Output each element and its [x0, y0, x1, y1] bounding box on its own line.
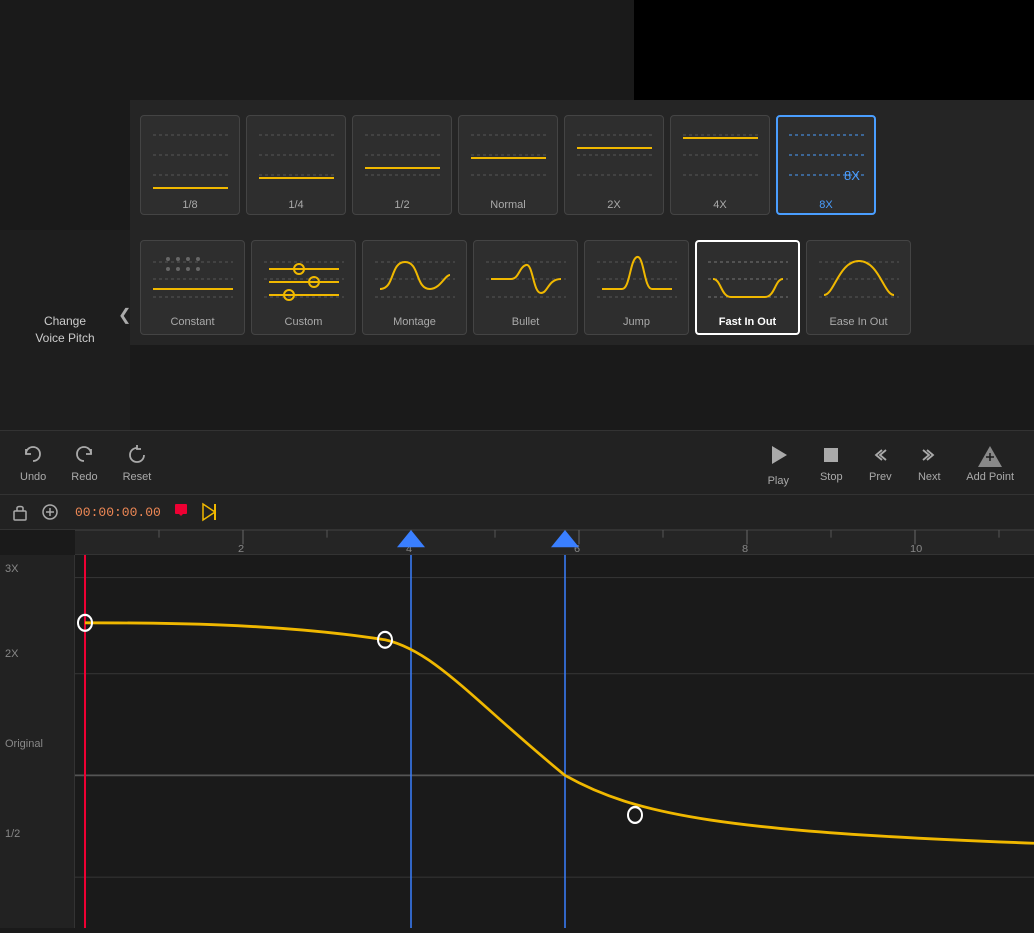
- svg-text:8X: 8X: [844, 168, 860, 183]
- reset-label: Reset: [123, 471, 152, 483]
- speed-presets-panel: 1/8 1/4: [130, 100, 1034, 230]
- change-voice-pitch-label: ChangeVoice Pitch: [25, 303, 104, 357]
- next-label: Next: [918, 471, 941, 483]
- svg-text:2: 2: [238, 543, 244, 554]
- curve-card-montage[interactable]: Montage: [362, 240, 467, 335]
- add-point-icon: [978, 443, 1002, 467]
- curve-label-jump: Jump: [623, 316, 650, 328]
- curve-card-bullet[interactable]: Bullet: [473, 240, 578, 335]
- curve-label-custom: Custom: [285, 316, 323, 328]
- redo-label: Redo: [71, 471, 97, 483]
- curve-card-jump[interactable]: Jump: [584, 240, 689, 335]
- curve-card-ease-in-out[interactable]: Ease In Out: [806, 240, 911, 335]
- curve-card-constant[interactable]: Constant: [140, 240, 245, 335]
- next-button[interactable]: Next: [917, 443, 941, 483]
- speed-label-2x: 2X: [607, 199, 620, 211]
- curve-presets-panel: Constant Custom: [130, 230, 1034, 345]
- timeline-area: 00:00:00.00 2 4 6: [0, 495, 1034, 928]
- curve-label-ease-in-out: Ease In Out: [829, 316, 887, 328]
- add-point-button[interactable]: Add Point: [966, 443, 1014, 483]
- undo-button[interactable]: Undo: [20, 443, 46, 483]
- speed-label-8x: 8X: [819, 199, 832, 211]
- curve-card-fast-in-out[interactable]: Fast In Out: [695, 240, 800, 335]
- main-container: 1/8 1/4: [0, 0, 1034, 928]
- svg-text:10: 10: [910, 543, 922, 554]
- stop-button[interactable]: Stop: [819, 443, 843, 483]
- speed-label-1-4: 1/4: [288, 199, 303, 211]
- timeline-canvas: 3X 2X Original 1/2: [0, 555, 1034, 928]
- speed-card-1-8[interactable]: 1/8: [140, 115, 240, 215]
- undo-icon: [21, 443, 45, 467]
- add-point-label: Add Point: [966, 471, 1014, 483]
- play-button[interactable]: Play: [762, 439, 794, 487]
- stop-icon: [819, 443, 843, 467]
- y-label-2x: 2X: [5, 648, 18, 660]
- curve-label-fast-in-out: Fast In Out: [719, 316, 776, 328]
- next-icon: [917, 443, 941, 467]
- y-label-original: Original: [5, 738, 43, 750]
- timeline-header: 00:00:00.00: [0, 495, 1034, 530]
- curve-label-montage: Montage: [393, 316, 436, 328]
- undo-label: Undo: [20, 471, 46, 483]
- toolbar: Undo Redo Reset: [0, 430, 1034, 495]
- prev-button[interactable]: Prev: [868, 443, 892, 483]
- y-label-3x: 3X: [5, 563, 18, 575]
- speed-label-1-2: 1/2: [394, 199, 409, 211]
- curve-card-custom[interactable]: Custom: [251, 240, 356, 335]
- prev-label: Prev: [869, 471, 892, 483]
- prev-icon: [868, 443, 892, 467]
- redo-button[interactable]: Redo: [71, 443, 97, 483]
- link-icon[interactable]: [40, 502, 60, 522]
- play-icon: [762, 439, 794, 471]
- speed-label-normal: Normal: [490, 199, 525, 211]
- speed-card-8x[interactable]: 8X 8X: [776, 115, 876, 215]
- left-sidebar: ChangeVoice Pitch: [0, 230, 130, 430]
- speed-card-2x[interactable]: 2X: [564, 115, 664, 215]
- play-label: Play: [768, 475, 789, 487]
- stop-label: Stop: [820, 471, 843, 483]
- speed-card-1-4[interactable]: 1/4: [246, 115, 346, 215]
- speed-label-1-8: 1/8: [182, 199, 197, 211]
- timeline-y-labels: 3X 2X Original 1/2: [0, 555, 75, 928]
- redo-icon: [72, 443, 96, 467]
- timecode-display: 00:00:00.00: [75, 505, 161, 520]
- timeline-ruler: 2 4 6 8 10: [75, 530, 1034, 555]
- lock-icon[interactable]: [10, 502, 30, 522]
- speed-card-1-2[interactable]: 1/2: [352, 115, 452, 215]
- speed-card-normal[interactable]: Normal: [458, 115, 558, 215]
- top-black-area: [634, 0, 1034, 100]
- collapse-panel-button[interactable]: ❮: [118, 305, 131, 325]
- reset-button[interactable]: Reset: [123, 443, 152, 483]
- reset-icon: [125, 443, 149, 467]
- curve-label-bullet: Bullet: [512, 316, 540, 328]
- speed-label-4x: 4X: [713, 199, 726, 211]
- speed-card-4x[interactable]: 4X: [670, 115, 770, 215]
- y-label-1-2: 1/2: [5, 828, 20, 840]
- svg-text:8: 8: [742, 543, 748, 554]
- timeline-graph[interactable]: [75, 555, 1034, 928]
- curve-label-constant: Constant: [170, 316, 214, 328]
